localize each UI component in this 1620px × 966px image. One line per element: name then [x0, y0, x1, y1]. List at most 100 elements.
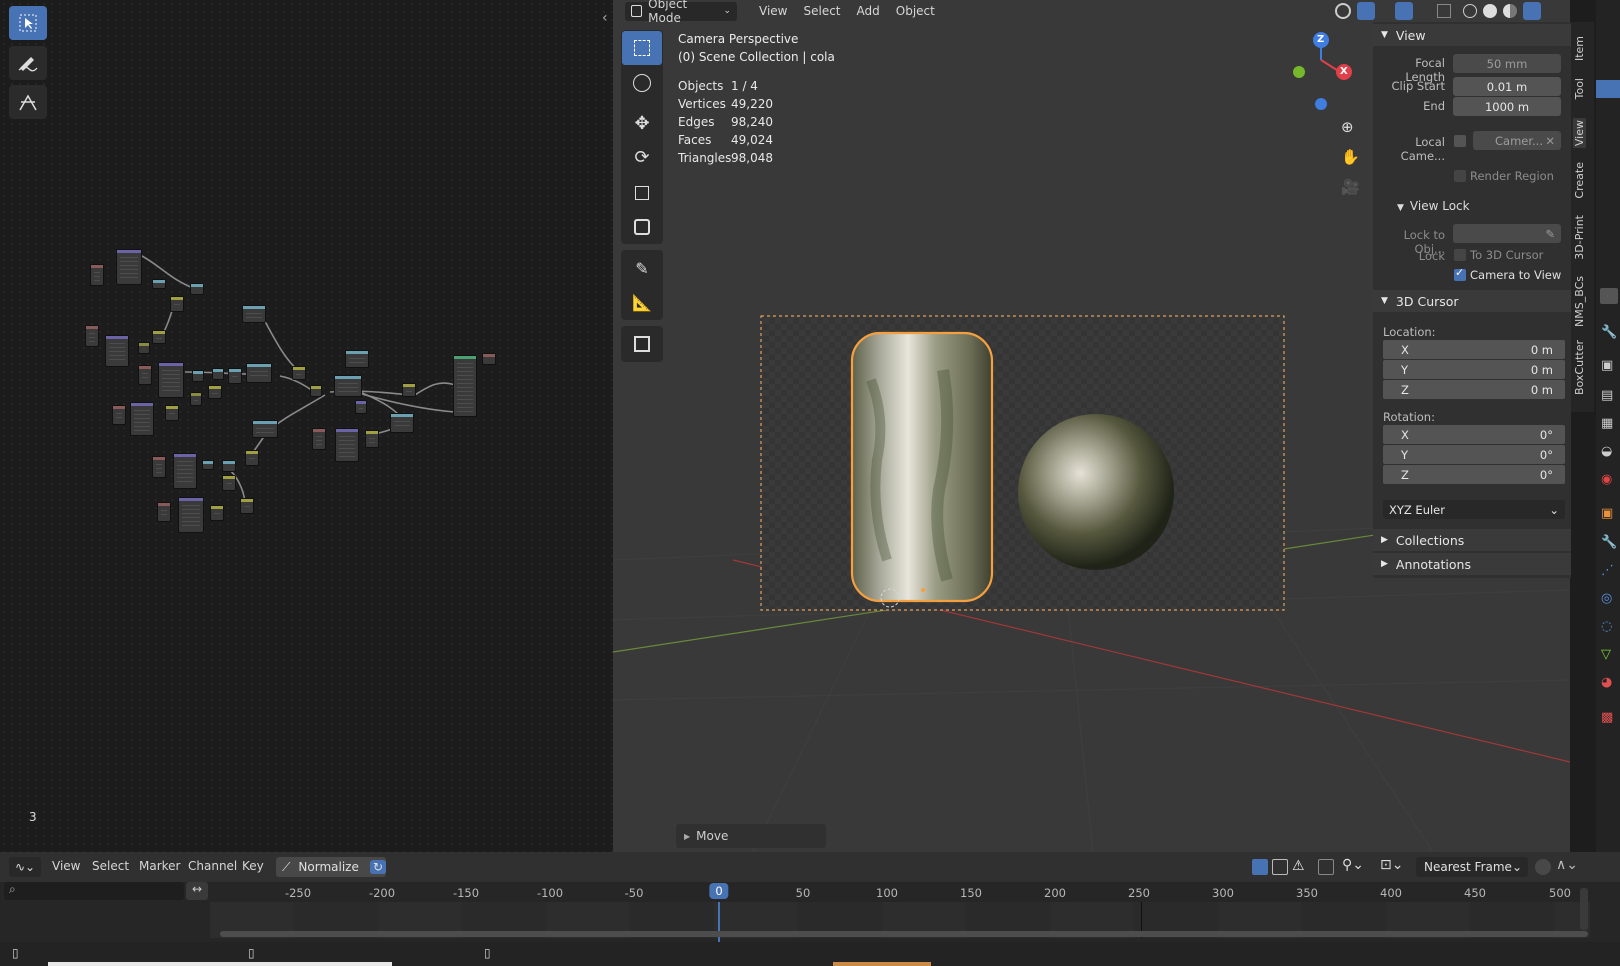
add-cube-tool[interactable]	[622, 327, 662, 361]
shader-node[interactable]	[173, 453, 197, 489]
shader-node[interactable]	[245, 450, 259, 466]
last-operator-panel[interactable]: ▶ Move	[676, 824, 826, 848]
normalize-toggle[interactable]: ⟋ Normalize ↻	[276, 857, 386, 877]
solid-shading-icon[interactable]	[1483, 4, 1497, 18]
shader-node[interactable]	[355, 400, 367, 414]
local-camera-field[interactable]: Camer... ✕	[1473, 131, 1561, 150]
xray-toggle-icon[interactable]	[1437, 4, 1451, 18]
shader-node[interactable]	[165, 405, 179, 421]
wrench-tool-icon[interactable]: 🔧	[1601, 325, 1617, 340]
vertical-scrollbar[interactable]	[1580, 888, 1588, 930]
zoom-icon[interactable]: ⊕	[1341, 118, 1354, 136]
close-icon[interactable]: ✕	[1545, 134, 1555, 148]
wireframe-shading-icon[interactable]	[1463, 4, 1477, 18]
shader-node[interactable]	[482, 353, 496, 365]
scene-properties-icon[interactable]: ◒	[1601, 444, 1612, 459]
tool-properties-icon[interactable]	[1600, 288, 1618, 304]
gizmo-toggle-icon[interactable]	[1357, 2, 1375, 20]
shader-node[interactable]	[292, 366, 306, 380]
show-hidden-toggle[interactable]	[1272, 859, 1288, 875]
material-properties-icon[interactable]: ◕	[1601, 675, 1612, 690]
overlays-toggle-icon[interactable]	[1395, 2, 1413, 20]
menu-object[interactable]: Object	[888, 4, 943, 18]
shader-node[interactable]	[228, 368, 242, 384]
render-region-checkbox[interactable]	[1454, 170, 1466, 182]
shader-node[interactable]	[116, 249, 142, 285]
cursor-rotation-z[interactable]: Z 0°	[1383, 465, 1565, 484]
filter-icon[interactable]: ⚲⌄	[1342, 857, 1364, 873]
shader-node[interactable]	[178, 497, 204, 533]
fcurve-visibility-toggle[interactable]	[1318, 859, 1334, 875]
shader-node[interactable]	[212, 368, 224, 380]
select-box-tool[interactable]	[622, 31, 662, 65]
annotations-panel-header[interactable]: ▶ Annotations	[1373, 553, 1571, 575]
cursor-location-x[interactable]: X0 m	[1383, 340, 1565, 359]
refresh-icon[interactable]: ↻	[369, 860, 386, 874]
constraints-icon[interactable]: ◌	[1601, 619, 1612, 634]
shader-node[interactable]	[90, 264, 104, 286]
move-tool[interactable]: ✥	[622, 106, 662, 140]
shader-node[interactable]	[85, 325, 99, 347]
editor-type-dropdown[interactable]: ∿⌄	[9, 857, 41, 877]
shader-node[interactable]	[222, 460, 236, 472]
output-properties-icon[interactable]: ▤	[1601, 388, 1613, 403]
shader-node[interactable]	[390, 413, 414, 433]
shader-node[interactable]	[158, 362, 184, 398]
collapse-toolbar-arrow[interactable]: ‹	[602, 10, 608, 26]
menu-add[interactable]: Add	[849, 4, 888, 18]
shader-node[interactable]	[345, 350, 369, 368]
current-frame-indicator[interactable]: 0	[709, 883, 729, 899]
transform-tool[interactable]	[622, 210, 662, 244]
rendered-shading-icon[interactable]	[1523, 2, 1541, 20]
channel-search-input[interactable]: ⌕	[4, 882, 184, 900]
snap-mode-dropdown[interactable]: Nearest Frame ⌄	[1416, 857, 1528, 877]
gizmo-z-label[interactable]: Z	[1317, 34, 1324, 45]
menu-view[interactable]: View	[44, 859, 88, 873]
visibility-eye-icon[interactable]	[1335, 3, 1351, 19]
annotate-tool[interactable]: ✎	[622, 251, 662, 285]
shader-node[interactable]	[222, 475, 236, 491]
tab-nms-bcs[interactable]: NMS_BCs	[1573, 276, 1586, 327]
gizmo-x-label[interactable]: X	[1340, 66, 1348, 77]
shader-node[interactable]	[192, 370, 204, 382]
falloff-curve-icon[interactable]: ∧⌄	[1556, 857, 1578, 873]
view-lock-subpanel-header[interactable]: ▼ View Lock	[1397, 199, 1470, 213]
texture-properties-icon[interactable]: ▩	[1601, 710, 1613, 725]
shader-node[interactable]	[240, 498, 254, 514]
modifier-properties-icon[interactable]: 🔧	[1601, 535, 1617, 550]
measure-tool[interactable]: 📐	[622, 285, 662, 319]
collections-panel-header[interactable]: ▶ Collections	[1373, 529, 1571, 551]
shader-node[interactable]	[138, 342, 150, 354]
shader-node[interactable]	[190, 392, 202, 406]
output-node[interactable]	[453, 355, 477, 417]
pan-hand-icon[interactable]: ✋	[1341, 148, 1360, 166]
lock-to-3d-cursor-checkbox[interactable]	[1454, 249, 1466, 261]
cursor-location-y[interactable]: Y0 m	[1383, 360, 1565, 379]
shader-node[interactable]	[157, 502, 171, 522]
view-panel-header[interactable]: ▼ View	[1373, 24, 1571, 46]
shader-node[interactable]	[334, 375, 362, 397]
tab-create[interactable]: Create	[1573, 162, 1586, 199]
world-properties-icon[interactable]: ◉	[1601, 472, 1612, 487]
menu-view[interactable]: View	[751, 4, 795, 18]
menu-key[interactable]: Key	[234, 859, 272, 873]
shader-node[interactable]	[242, 305, 266, 323]
node-editor-area[interactable]: 3 ‹	[0, 0, 613, 852]
shader-node[interactable]	[312, 428, 326, 450]
cursor-tool[interactable]	[622, 66, 662, 100]
3d-cursor-panel-header[interactable]: ▼ 3D Cursor	[1373, 290, 1571, 312]
physics-icon[interactable]: ◎	[1601, 591, 1612, 606]
horizontal-scrollbar[interactable]	[220, 931, 1588, 937]
cursor-rotation-y[interactable]: Y 0°	[1383, 445, 1565, 464]
particles-icon[interactable]: ⋰	[1601, 563, 1614, 578]
view-layer-icon[interactable]: ▦	[1601, 416, 1613, 431]
shader-node[interactable]	[335, 428, 359, 462]
shader-node[interactable]	[210, 505, 224, 521]
shader-node[interactable]	[190, 283, 204, 295]
camera-to-view-checkbox[interactable]: ✓	[1454, 266, 1466, 281]
tab-view[interactable]: View	[1573, 118, 1586, 149]
only-selected-toggle[interactable]	[1252, 859, 1268, 875]
cursor-rotation-x[interactable]: X 0°	[1383, 425, 1565, 444]
shader-node[interactable]	[310, 385, 322, 397]
shader-node[interactable]	[402, 383, 416, 397]
